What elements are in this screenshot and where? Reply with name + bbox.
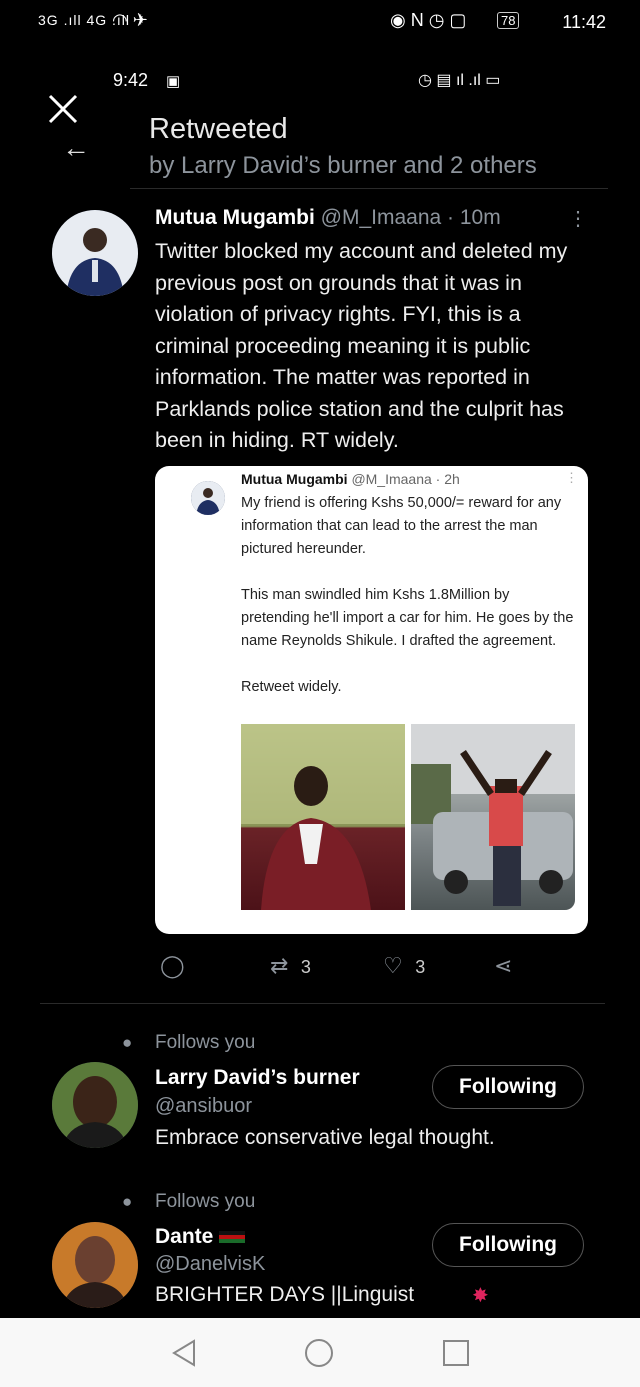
person-icon: ● bbox=[122, 1033, 133, 1052]
user-avatar[interactable] bbox=[52, 1062, 138, 1148]
quoted-photo-2[interactable] bbox=[411, 724, 575, 910]
battery-icon: 78 bbox=[497, 12, 520, 29]
clock: 11:42 bbox=[562, 12, 606, 32]
user-name-text: Dante bbox=[155, 1225, 214, 1248]
quoted-tweet-text: My friend is offering Kshs 50,000/= rewa… bbox=[241, 495, 574, 695]
follows-you-label: Follows you bbox=[155, 1032, 256, 1053]
wifi-icon: ◠ ✈ bbox=[112, 10, 148, 30]
retweet-button[interactable]: ⇄ 3 bbox=[270, 953, 311, 983]
gallery-icon: ▣ bbox=[166, 73, 181, 90]
system-navigation-bar bbox=[0, 1318, 640, 1387]
user-name[interactable]: Dante bbox=[155, 1225, 246, 1249]
user-avatar[interactable] bbox=[52, 1222, 138, 1308]
follows-you-label: Follows you bbox=[155, 1191, 256, 1212]
inner-clock: 9:42 bbox=[113, 70, 149, 90]
share-icon: ⋖ bbox=[494, 953, 513, 978]
author-name: Mutua Mugambi bbox=[155, 206, 315, 229]
quoted-avatar-image bbox=[191, 481, 225, 515]
star-emoji-icon: ✸ bbox=[472, 1285, 489, 1307]
system-status-bar: 3G .ıll 4G .ıll ◠ ✈ ◉ N ◷ ▢ 78 11:42 bbox=[0, 0, 640, 46]
like-count: 3 bbox=[415, 957, 426, 977]
user-handle[interactable]: @ansibuor bbox=[155, 1095, 252, 1118]
more-options-icon[interactable]: ⋮ bbox=[568, 206, 588, 231]
back-arrow-icon[interactable]: ← bbox=[62, 132, 90, 164]
retweeted-by[interactable]: by Larry David’s burner and 2 others bbox=[149, 152, 537, 180]
avatar[interactable] bbox=[52, 210, 138, 296]
quoted-author-handle-time: @M_Imaana · 2h bbox=[351, 471, 460, 487]
page-title: Retweeted bbox=[149, 113, 288, 145]
divider bbox=[130, 188, 608, 189]
kenya-flag-icon bbox=[219, 1231, 246, 1244]
person-icon: ● bbox=[122, 1192, 133, 1211]
nav-back-icon[interactable] bbox=[170, 1338, 198, 1368]
following-button[interactable]: Following bbox=[432, 1223, 584, 1267]
user-handle[interactable]: @DanelvisK bbox=[155, 1253, 265, 1276]
author-handle-time: @M_Imaana · 10m bbox=[320, 206, 501, 229]
like-button[interactable]: ♡ 3 bbox=[383, 953, 425, 983]
following-button[interactable]: Following bbox=[432, 1065, 584, 1109]
tweet-author[interactable]: Mutua Mugambi @M_Imaana · 10m bbox=[155, 206, 501, 230]
inner-status-icons: ◷ ▤ ıl .ıl ▭ bbox=[418, 72, 501, 89]
close-icon[interactable] bbox=[46, 92, 80, 126]
quoted-author: Mutua Mugambi @M_Imaana · 2h bbox=[241, 471, 460, 487]
user-avatar-image bbox=[52, 1222, 138, 1308]
photo-2-image bbox=[411, 724, 575, 906]
avatar-image bbox=[52, 210, 138, 296]
quoted-tweet-card[interactable]: Mutua Mugambi @M_Imaana · 2h ⋮ My friend… bbox=[155, 466, 588, 934]
retweet-count: 3 bbox=[300, 957, 311, 977]
quoted-avatar bbox=[191, 481, 225, 515]
user-bio: BRIGHTER DAYS ||Linguist bbox=[155, 1283, 415, 1306]
status-icons: ◉ N ◷ ▢ bbox=[390, 10, 467, 30]
quoted-more-icon: ⋮ bbox=[565, 470, 578, 485]
share-button[interactable]: ⋖ bbox=[494, 953, 512, 983]
reply-icon: ◯ bbox=[160, 953, 185, 978]
photo-1-image bbox=[241, 724, 405, 910]
tweet-text: Twitter blocked my account and deleted m… bbox=[155, 239, 568, 452]
user-bio: Embrace conservative legal thought. bbox=[155, 1126, 495, 1149]
nav-recents-icon[interactable] bbox=[442, 1339, 470, 1367]
user-avatar-image bbox=[52, 1062, 138, 1148]
user-name[interactable]: Larry David’s burner bbox=[155, 1066, 360, 1090]
nav-home-icon[interactable] bbox=[304, 1338, 334, 1368]
divider bbox=[40, 1003, 605, 1004]
quoted-photo-1[interactable] bbox=[241, 724, 405, 910]
retweet-icon: ⇄ bbox=[270, 953, 289, 978]
quoted-author-name: Mutua Mugambi bbox=[241, 471, 348, 487]
reply-button[interactable]: ◯ bbox=[160, 953, 185, 983]
heart-icon: ♡ bbox=[383, 953, 403, 978]
